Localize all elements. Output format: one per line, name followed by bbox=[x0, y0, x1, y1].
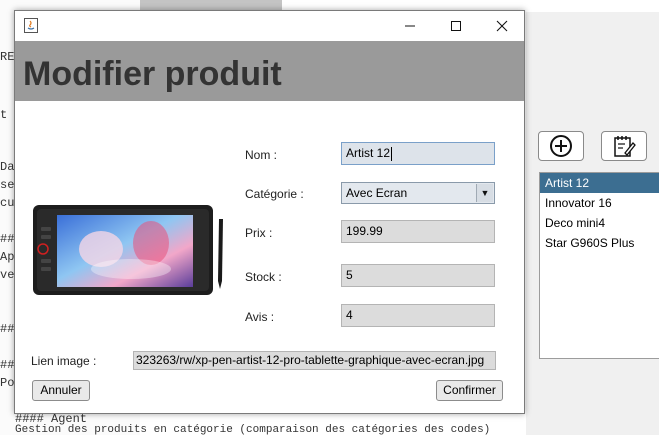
maximize-button[interactable] bbox=[433, 11, 479, 41]
categorie-select[interactable]: Avec Ecran ▼ bbox=[341, 182, 495, 204]
list-item[interactable]: Artist 12 bbox=[540, 173, 659, 193]
categorie-value: Avec Ecran bbox=[346, 186, 408, 200]
nom-value: Artist 12 bbox=[346, 146, 391, 160]
editor-line: se bbox=[0, 178, 15, 192]
stock-label: Stock : bbox=[245, 270, 282, 284]
list-item[interactable]: Deco mini4 bbox=[540, 213, 659, 233]
minimize-icon bbox=[405, 25, 415, 27]
chevron-down-icon[interactable]: ▼ bbox=[476, 184, 493, 202]
edit-product-button[interactable] bbox=[601, 131, 647, 161]
add-product-button[interactable] bbox=[538, 131, 584, 161]
stock-field[interactable]: 5 bbox=[341, 264, 495, 287]
java-icon bbox=[24, 18, 38, 33]
close-button[interactable] bbox=[479, 11, 525, 41]
text-caret bbox=[391, 146, 393, 161]
prix-value: 199.99 bbox=[346, 224, 383, 238]
avis-value: 4 bbox=[346, 308, 353, 322]
avis-label: Avis : bbox=[245, 310, 275, 324]
add-circle-icon bbox=[550, 135, 572, 157]
minimize-button[interactable] bbox=[387, 11, 433, 41]
editor-line-bottom: Gestion des produits en catégorie (compa… bbox=[15, 424, 491, 435]
maximize-icon bbox=[451, 21, 461, 31]
page-title: Modifier produit bbox=[23, 55, 282, 93]
modify-product-dialog: Modifier produit Nom : Catégorie : Prix … bbox=[14, 10, 525, 414]
nom-label: Nom : bbox=[245, 148, 278, 162]
lien-image-field[interactable]: 323263/rw/xp-pen-artist-12-pro-tablette-… bbox=[133, 351, 496, 370]
categorie-label: Catégorie : bbox=[245, 187, 304, 201]
editor-line: RE bbox=[0, 50, 15, 64]
product-image bbox=[33, 205, 223, 295]
list-item[interactable]: Innovator 16 bbox=[540, 193, 659, 213]
editor-line: ## bbox=[0, 232, 15, 246]
lien-image-value: 323263/rw/xp-pen-artist-12-pro-tablette-… bbox=[136, 353, 485, 367]
product-list[interactable]: Artist 12 Innovator 16 Deco mini4 Star G… bbox=[539, 172, 659, 359]
list-item[interactable]: Star G960S Plus bbox=[540, 233, 659, 253]
cancel-button[interactable]: Annuler bbox=[32, 380, 90, 401]
avis-field[interactable]: 4 bbox=[341, 304, 495, 327]
dialog-titlebar bbox=[15, 11, 524, 41]
close-icon bbox=[496, 20, 508, 32]
prix-field[interactable]: 199.99 bbox=[341, 220, 495, 243]
prix-label: Prix : bbox=[245, 226, 273, 240]
dialog-header: Modifier produit bbox=[15, 41, 524, 101]
nom-field[interactable]: Artist 12 bbox=[341, 142, 495, 165]
editor-line: ## bbox=[0, 322, 15, 336]
edit-notepad-icon bbox=[614, 136, 636, 157]
stock-value: 5 bbox=[346, 268, 353, 282]
lien-image-label: Lien image : bbox=[31, 354, 97, 368]
confirm-button[interactable]: Confirmer bbox=[436, 380, 503, 401]
